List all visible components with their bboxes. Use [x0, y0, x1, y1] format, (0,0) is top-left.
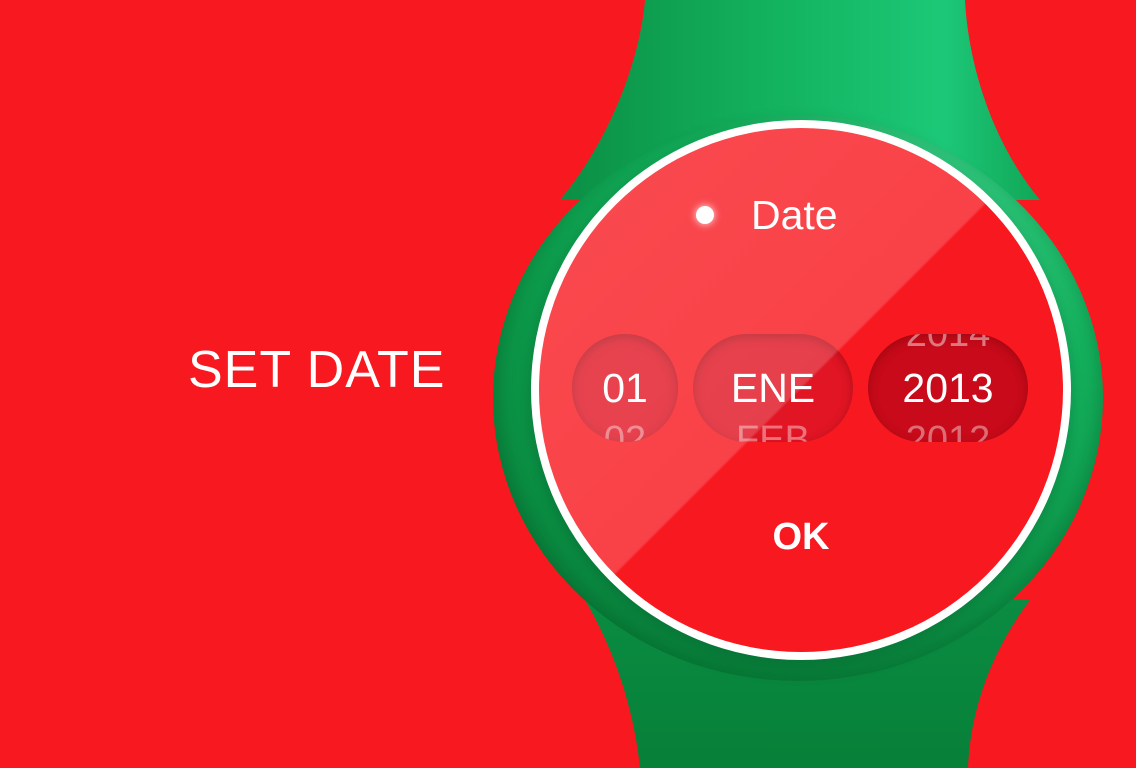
- day-picker[interactable]: 01 02: [572, 334, 678, 442]
- watch-face: Date 01 02 ENE FEB 2014 2013 2012 OK: [539, 128, 1063, 652]
- watch-title: Date: [751, 192, 838, 238]
- year-next-value: 2012: [905, 419, 991, 442]
- year-current-value: 2013: [902, 365, 994, 411]
- year-picker[interactable]: 2014 2013 2012: [868, 334, 1028, 442]
- ok-button[interactable]: OK: [751, 512, 851, 562]
- watch-title-row: Date: [539, 190, 1063, 240]
- year-prev-value: 2014: [905, 334, 991, 355]
- month-next-value: FEB: [736, 419, 810, 442]
- dot-icon: [696, 206, 714, 224]
- day-next-value: 02: [603, 419, 647, 442]
- month-picker[interactable]: ENE FEB: [693, 334, 853, 442]
- month-current-value: ENE: [730, 365, 816, 411]
- day-current-value: 01: [602, 365, 648, 411]
- screen: SET DATE Date 01 02 ENE FEB 2014 2013 20…: [0, 0, 1136, 768]
